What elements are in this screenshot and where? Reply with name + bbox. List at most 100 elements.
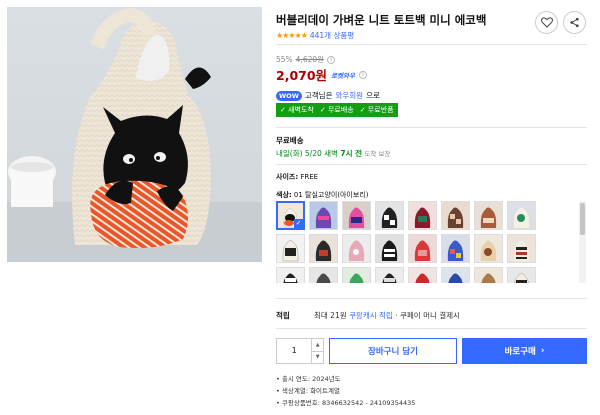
color-swatch-option-2[interactable]: [309, 201, 338, 230]
swatch-thumbnail: [283, 273, 298, 283]
swatch-thumbnail: [415, 273, 430, 283]
swatch-thumbnail: [513, 240, 530, 261]
swatch-thumbnail: [480, 240, 497, 261]
rating[interactable]: ★★★★★ 441개 상품평: [276, 30, 354, 41]
color-swatch-option-1[interactable]: ✓: [276, 201, 305, 230]
benefit-free-shipping: ✓ 무료배송: [319, 106, 354, 114]
swatch-thumbnail: [315, 240, 332, 261]
original-price: 4,620원: [295, 55, 325, 64]
delivery-date: 내일(화) 5/20 새벽 7시 전 도착 보장: [276, 148, 390, 159]
star-rating-icon: ★★★★★: [276, 31, 308, 40]
color-swatch-option-14[interactable]: [441, 234, 470, 263]
quantity-arrows: ▲ ▼: [311, 339, 323, 363]
color-swatch-option-6[interactable]: [441, 201, 470, 230]
heart-icon: [540, 17, 553, 28]
color-label: 색상:: [276, 191, 292, 199]
divider: [276, 298, 587, 299]
color-swatch-option-21[interactable]: [408, 267, 437, 283]
info-icon[interactable]: i: [327, 55, 336, 64]
color-swatch-grid: ✓: [276, 201, 576, 283]
swatch-thumbnail: [381, 240, 398, 261]
color-swatch-option-24[interactable]: [507, 267, 536, 283]
release-year: 출시 연도: 2024년도: [276, 373, 415, 383]
color-swatch-option-16[interactable]: [507, 234, 536, 263]
sale-price: 2,070원: [276, 68, 328, 83]
wow-member-row: WOW 고객님은 와우회원 으로: [276, 90, 380, 101]
color-swatch-option-3[interactable]: [342, 201, 371, 230]
selected-check-icon: ✓: [294, 219, 303, 228]
color-swatch-option-15[interactable]: [474, 234, 503, 263]
color-swatch-option-5[interactable]: [408, 201, 437, 230]
wow-member-link[interactable]: 와우회원: [335, 90, 363, 101]
scrollbar-thumb[interactable]: [580, 203, 585, 235]
share-button[interactable]: [563, 11, 586, 34]
benefit-dawn-delivery: ✓ 새벽도착: [280, 106, 314, 114]
size-option: 사이즈: FREE: [276, 172, 318, 182]
buy-now-button[interactable]: 바로구매 ›: [462, 338, 587, 364]
swatch-thumbnail: [349, 273, 364, 283]
add-to-cart-label: 장바구니 담기: [368, 347, 418, 357]
swatch-thumbnail: [481, 273, 496, 283]
swatch-thumbnail: [514, 273, 529, 283]
swatch-scrollbar[interactable]: [579, 201, 586, 283]
chevron-right-icon: ›: [540, 346, 545, 356]
quantity-up-icon[interactable]: ▲: [312, 339, 323, 351]
color-swatch-option-11[interactable]: [342, 234, 371, 263]
discount-rate: 55%: [276, 55, 293, 64]
size-label: 사이즈:: [276, 173, 299, 181]
color-swatch-option-17[interactable]: [276, 267, 305, 283]
divider: [276, 328, 587, 329]
quantity-stepper[interactable]: 1 ▲ ▼: [276, 338, 324, 364]
delivery-time: 7시 전: [340, 149, 362, 158]
rocket-wow-badge: 로켓와우: [331, 71, 355, 80]
swatch-thumbnail: [315, 207, 332, 228]
wishlist-button[interactable]: [535, 11, 558, 34]
reward-amount: 최대 21원: [314, 311, 347, 320]
swatch-thumbnail: [381, 207, 398, 228]
color-swatch-option-7[interactable]: [474, 201, 503, 230]
buy-now-label: 바로구매: [504, 347, 536, 357]
wow-prefix: 고객님은: [304, 91, 333, 100]
info-icon[interactable]: i: [358, 70, 367, 79]
review-count-link[interactable]: 441개 상품평: [310, 30, 354, 41]
divider: [276, 164, 587, 165]
divider: [276, 127, 587, 128]
discount-row: 55% 4,620원 i: [276, 54, 336, 65]
color-family: 색상계열: 화이트계열: [276, 385, 415, 395]
swatch-thumbnail: [414, 240, 431, 261]
color-swatch-option-20[interactable]: [375, 267, 404, 283]
swatch-thumbnail: [513, 207, 530, 228]
product-details: 출시 연도: 2024년도 색상계열: 화이트계열 쿠팡상품번호: 834663…: [276, 373, 415, 409]
color-swatch-option-13[interactable]: [408, 234, 437, 263]
color-swatch-option-10[interactable]: [309, 234, 338, 263]
color-value: 01 탈실고양이(아이보리): [293, 191, 369, 199]
swatch-thumbnail: [414, 207, 431, 228]
color-swatch-option-9[interactable]: [276, 234, 305, 263]
wow-benefits: ✓ 새벽도착 ✓ 무료배송 ✓ 무료반품: [276, 103, 398, 117]
color-option: 색상: 01 탈실고양이(아이보리): [276, 190, 368, 200]
color-swatch-option-23[interactable]: [474, 267, 503, 283]
wow-badge: WOW: [276, 90, 302, 101]
color-swatch-option-22[interactable]: [441, 267, 470, 283]
color-swatch-option-4[interactable]: [375, 201, 404, 230]
color-swatch-option-8[interactable]: [507, 201, 536, 230]
color-swatch-option-18[interactable]: [309, 267, 338, 283]
add-to-cart-button[interactable]: 장바구니 담기: [329, 338, 457, 364]
size-value: FREE: [300, 173, 319, 181]
quantity-value[interactable]: 1: [277, 339, 311, 363]
swatch-thumbnail: [316, 273, 331, 283]
color-swatch-option-12[interactable]: [375, 234, 404, 263]
swatch-thumbnail: [348, 240, 365, 261]
delivery-guarantee: 도착 보장: [364, 150, 391, 158]
swatch-thumbnail: [382, 273, 397, 283]
quantity-down-icon[interactable]: ▼: [312, 350, 323, 364]
swatch-thumbnail: [282, 240, 299, 262]
swatch-thumbnail: [348, 207, 365, 228]
color-swatch-option-19[interactable]: [342, 267, 371, 283]
cash-reward-row: 적립 최대 21원 쿠팡캐시 적립 · 쿠페이 머니 결제시: [276, 310, 460, 321]
swatch-thumbnail: [448, 273, 463, 283]
reward-label: 적립: [276, 311, 290, 320]
coupang-cash-link[interactable]: 쿠팡캐시 적립: [349, 310, 393, 321]
reward-condition: · 쿠페이 머니 결제시: [395, 311, 460, 320]
swatch-thumbnail: [447, 207, 464, 228]
